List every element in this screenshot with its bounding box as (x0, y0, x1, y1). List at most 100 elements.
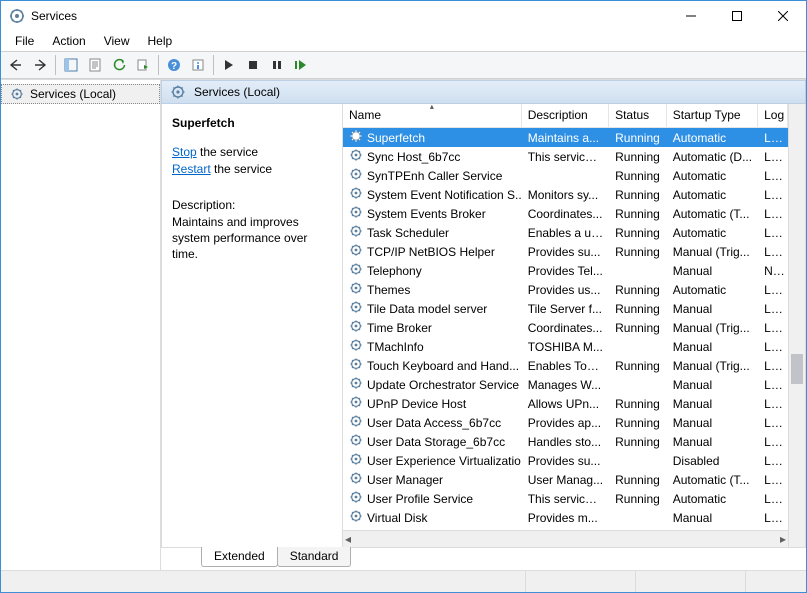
menu-file[interactable]: File (7, 32, 42, 50)
col-header-description[interactable]: Description (522, 104, 609, 127)
service-name: Themes (367, 283, 410, 297)
menu-view[interactable]: View (96, 32, 138, 50)
pause-service-button[interactable] (266, 54, 288, 76)
stop-service-button[interactable] (242, 54, 264, 76)
service-startup: Automatic (667, 169, 758, 183)
service-logon: Loc (758, 340, 788, 354)
service-status: Running (609, 416, 667, 430)
service-logon: Loc (758, 188, 788, 202)
service-icon (349, 376, 363, 393)
services-icon (170, 84, 186, 100)
svg-text:?: ? (171, 61, 177, 72)
statusbar (1, 570, 806, 592)
service-row[interactable]: User Profile ServiceThis service ...Runn… (343, 489, 788, 508)
col-header-name[interactable]: Name▴ (343, 104, 522, 127)
service-icon (349, 262, 363, 279)
help-button[interactable]: ? (163, 54, 185, 76)
service-icon (349, 471, 363, 488)
service-row[interactable]: Virtual DiskProvides m...ManualLoc (343, 508, 788, 527)
restart-link[interactable]: Restart (172, 162, 211, 176)
service-row[interactable]: ThemesProvides us...RunningAutomaticLoc (343, 280, 788, 299)
service-status: Running (609, 245, 667, 259)
service-row[interactable]: Time BrokerCoordinates...RunningManual (… (343, 318, 788, 337)
service-name: Telephony (367, 264, 422, 278)
col-header-startup[interactable]: Startup Type (667, 104, 758, 127)
service-startup: Disabled (667, 454, 758, 468)
service-row[interactable]: System Event Notification S...Monitors s… (343, 185, 788, 204)
service-description: This service ... (522, 492, 609, 506)
service-startup: Manual (667, 511, 758, 525)
service-row[interactable]: SynTPEnh Caller ServiceRunningAutomaticL… (343, 166, 788, 185)
service-row[interactable]: TelephonyProvides Tel...ManualNet (343, 261, 788, 280)
properties-button[interactable] (84, 54, 106, 76)
forward-button[interactable] (29, 54, 51, 76)
right-pane: Services (Local) Superfetch Stop the ser… (161, 80, 806, 570)
service-logon: Loc (758, 454, 788, 468)
service-row[interactable]: User Data Storage_6b7ccHandles sto...Run… (343, 432, 788, 451)
show-hide-tree-button[interactable] (60, 54, 82, 76)
service-status: Running (609, 492, 667, 506)
service-startup: Manual (667, 435, 758, 449)
service-logon: Loc (758, 378, 788, 392)
service-name: Superfetch (367, 131, 425, 145)
tree-node-services-local[interactable]: Services (Local) (1, 84, 160, 104)
scrollbar-thumb[interactable] (791, 354, 803, 384)
start-service-button[interactable] (218, 54, 240, 76)
back-button[interactable] (5, 54, 27, 76)
service-row[interactable]: Sync Host_6b7ccThis service ...RunningAu… (343, 147, 788, 166)
service-row[interactable]: Update Orchestrator ServiceManages W...M… (343, 375, 788, 394)
service-icon (349, 167, 363, 184)
col-header-logon[interactable]: Log (758, 104, 788, 127)
pane-header-title: Services (Local) (194, 85, 280, 99)
main-body: Services (Local) Services (Local) Superf… (1, 79, 806, 570)
service-description: Monitors sy... (522, 188, 609, 202)
service-description: Allows UPn... (522, 397, 609, 411)
service-name: Task Scheduler (367, 226, 449, 240)
tab-standard[interactable]: Standard (277, 547, 352, 567)
service-name: Tile Data model server (367, 302, 487, 316)
service-name: SynTPEnh Caller Service (367, 169, 502, 183)
menu-action[interactable]: Action (44, 32, 93, 50)
service-description: TOSHIBA M... (522, 340, 609, 354)
service-logon: Loc (758, 511, 788, 525)
service-logon: Loc (758, 131, 788, 145)
service-row[interactable]: System Events BrokerCoordinates...Runnin… (343, 204, 788, 223)
minimize-button[interactable] (668, 1, 714, 31)
service-startup: Manual (Trig... (667, 321, 758, 335)
col-header-status[interactable]: Status (609, 104, 667, 127)
titlebar: Services (1, 1, 806, 31)
service-status: Running (609, 321, 667, 335)
export-list-button[interactable] (132, 54, 154, 76)
close-button[interactable] (760, 1, 806, 31)
service-description: Manages W... (522, 378, 609, 392)
horizontal-scrollbar[interactable]: ◂ ▸ (343, 530, 788, 547)
service-icon (349, 205, 363, 222)
service-row[interactable]: User Experience Virtualizatio...Provides… (343, 451, 788, 470)
service-logon: Loc (758, 321, 788, 335)
service-row[interactable]: UPnP Device HostAllows UPn...RunningManu… (343, 394, 788, 413)
about-button[interactable] (187, 54, 209, 76)
vertical-scrollbar[interactable] (788, 104, 805, 547)
service-row[interactable]: Touch Keyboard and Hand...Enables Tou...… (343, 356, 788, 375)
menu-help[interactable]: Help (140, 32, 181, 50)
service-row[interactable]: TMachInfoTOSHIBA M...ManualLoc (343, 337, 788, 356)
list-body[interactable]: SuperfetchMaintains a...RunningAutomatic… (343, 128, 788, 530)
restart-service-button[interactable] (290, 54, 312, 76)
service-row[interactable]: User ManagerUser Manag...RunningAutomati… (343, 470, 788, 489)
service-row[interactable]: Tile Data model serverTile Server f...Ru… (343, 299, 788, 318)
scroll-left-icon[interactable]: ◂ (345, 532, 351, 546)
service-name: System Events Broker (367, 207, 486, 221)
refresh-button[interactable] (108, 54, 130, 76)
maximize-button[interactable] (714, 1, 760, 31)
service-name: Sync Host_6b7cc (367, 150, 460, 164)
service-row[interactable]: SuperfetchMaintains a...RunningAutomatic… (343, 128, 788, 147)
service-description: Provides su... (522, 454, 609, 468)
stop-link[interactable]: Stop (172, 145, 197, 159)
scroll-right-icon[interactable]: ▸ (780, 532, 786, 546)
service-row[interactable]: Task SchedulerEnables a us...RunningAuto… (343, 223, 788, 242)
service-row[interactable]: TCP/IP NetBIOS HelperProvides su...Runni… (343, 242, 788, 261)
service-row[interactable]: User Data Access_6b7ccProvides ap...Runn… (343, 413, 788, 432)
services-icon (10, 87, 24, 101)
service-icon (349, 414, 363, 431)
tab-extended[interactable]: Extended (201, 547, 278, 567)
